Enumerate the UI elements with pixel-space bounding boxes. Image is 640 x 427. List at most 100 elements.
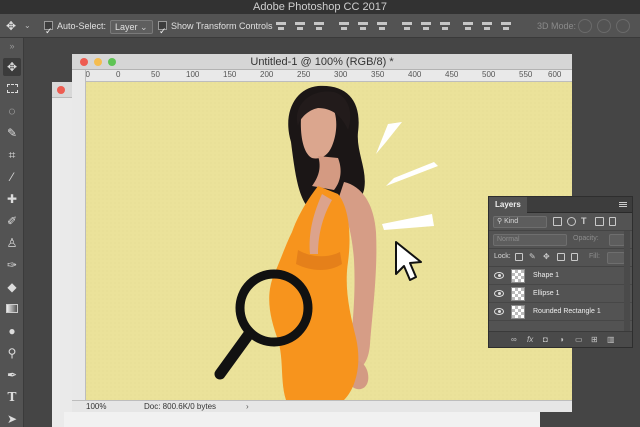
blur-tool-icon[interactable]: ● [3, 322, 21, 340]
fill-field[interactable] [607, 252, 625, 264]
ruler-label: 200 [260, 70, 274, 79]
doc-size-info[interactable]: Doc: 800.6K/0 bytes [144, 401, 216, 412]
opacity-field[interactable] [609, 234, 625, 246]
filter-type-icon[interactable]: T [581, 217, 590, 226]
close-icon[interactable] [80, 58, 88, 66]
fill-label: Fill: [589, 253, 600, 260]
ruler-label: 400 [408, 70, 422, 79]
tool-preset-chevron-icon[interactable]: ⌄ [24, 14, 31, 38]
align-left-icon[interactable] [338, 20, 350, 32]
close-icon[interactable] [57, 86, 65, 94]
tab-layers[interactable]: Layers [489, 197, 527, 213]
new-group-icon[interactable]: ▭ [575, 335, 583, 344]
lock-image-icon[interactable]: ✎ [529, 253, 537, 261]
auto-select-dropdown[interactable]: Layer ⌄ [110, 14, 153, 38]
filter-pixel-icon[interactable] [553, 217, 562, 226]
panel-menu-icon[interactable] [619, 201, 627, 209]
visibility-eye-icon[interactable] [494, 308, 504, 315]
filter-smart-object-icon[interactable] [609, 217, 616, 226]
opacity-label: Opacity: [573, 235, 599, 242]
blend-mode-dropdown[interactable]: Normal [493, 234, 567, 246]
layer-row[interactable]: Shape 1 [489, 267, 632, 285]
lock-position-icon[interactable]: ✥ [543, 253, 551, 261]
vertical-ruler[interactable] [72, 70, 86, 400]
3d-roll-icon[interactable] [597, 19, 611, 33]
layer-row[interactable]: Ellipse 1 [489, 285, 632, 303]
path-selection-tool-icon[interactable]: ➤ [3, 410, 21, 427]
link-layers-icon[interactable]: ∞ [511, 335, 517, 344]
marquee-tool-icon[interactable] [3, 80, 21, 98]
3d-rotate-icon[interactable] [578, 19, 592, 33]
move-tool-icon[interactable]: ✥ [3, 58, 21, 76]
layers-scrollbar[interactable] [624, 231, 630, 331]
3d-pan-icon[interactable] [616, 19, 630, 33]
distribute-top-icon[interactable] [401, 20, 413, 32]
layer-name: Ellipse 1 [533, 290, 560, 297]
clone-stamp-tool-icon[interactable]: ♙ [3, 234, 21, 252]
zoom-level[interactable]: 100% [86, 401, 106, 412]
ruler-label: 50 [151, 70, 160, 79]
distribute-horizontal-icon[interactable] [481, 20, 493, 32]
ruler-label: 600 [548, 70, 562, 79]
show-transform-checkbox[interactable]: Show Transform Controls [158, 14, 273, 43]
layers-panel-footer: ∞ fx ◘ ◑ ▭ ⊞ ▥ [489, 331, 632, 347]
ruler-label: 350 [371, 70, 385, 79]
healing-brush-tool-icon[interactable]: ✚ [3, 190, 21, 208]
lock-all-icon[interactable] [571, 253, 578, 261]
maximize-icon[interactable] [108, 58, 116, 66]
brush-tool-icon[interactable]: ✐ [3, 212, 21, 230]
app-title-bar: Adobe Photoshop CC 2017 [0, 0, 640, 14]
ruler-label: 0 [116, 70, 121, 79]
ruler-label: 450 [445, 70, 459, 79]
checkbox-icon [44, 19, 53, 43]
layer-row[interactable]: Rounded Rectangle 1 [489, 303, 632, 321]
distribute-right-icon[interactable] [500, 20, 512, 32]
history-brush-tool-icon[interactable]: ✑ [3, 256, 21, 274]
type-tool-icon[interactable]: T [3, 388, 21, 406]
filter-kind-dropdown[interactable]: ⚲ Kind [493, 216, 547, 228]
lock-label: Lock: [494, 253, 511, 260]
quick-selection-tool-icon[interactable]: ✎ [3, 124, 21, 142]
document-titlebar: Untitled-1 @ 100% (RGB/8) * [72, 54, 572, 70]
dodge-tool-icon[interactable]: ⚲ [3, 344, 21, 362]
pen-tool-icon[interactable]: ✒ [3, 366, 21, 384]
distribute-left-icon[interactable] [462, 20, 474, 32]
app-title: Adobe Photoshop CC 2017 [253, 1, 387, 13]
align-vertical-center-icon[interactable] [294, 20, 306, 32]
collapse-tools-icon[interactable]: » [3, 42, 21, 51]
lock-transparent-icon[interactable] [515, 253, 523, 261]
new-layer-icon[interactable]: ⊞ [591, 335, 598, 344]
lasso-tool-icon[interactable]: ◌ [3, 102, 21, 120]
gradient-tool-icon[interactable] [3, 300, 21, 318]
distribute-center-icon[interactable] [420, 20, 432, 32]
auto-select-checkbox[interactable]: Auto-Select: [44, 14, 106, 43]
blend-row: Normal Opacity: [489, 231, 632, 249]
status-menu-arrow-icon[interactable]: › [246, 401, 249, 412]
align-top-icon[interactable] [275, 20, 287, 32]
checkbox-icon [158, 19, 167, 43]
layers-panel: Layers ⚲ Kind T Normal Opacity: Lock: ✎ … [488, 196, 633, 348]
lock-artboard-icon[interactable] [557, 253, 565, 261]
minimize-icon[interactable] [94, 58, 102, 66]
visibility-eye-icon[interactable] [494, 290, 504, 297]
layer-style-icon[interactable]: fx [527, 335, 533, 344]
delete-layer-icon[interactable]: ▥ [607, 335, 615, 344]
add-mask-icon[interactable]: ◘ [543, 335, 548, 344]
move-tool-icon[interactable]: ✥ [6, 14, 16, 38]
align-right-icon[interactable] [376, 20, 388, 32]
ruler-label: 150 [223, 70, 237, 79]
filter-adjustment-icon[interactable] [567, 217, 576, 226]
ruler-label: 250 [297, 70, 311, 79]
eyedropper-tool-icon[interactable]: ⁄ [3, 168, 21, 186]
filter-shape-icon[interactable] [595, 217, 604, 226]
align-horizontal-center-icon[interactable] [357, 20, 369, 32]
crop-tool-icon[interactable]: ⌗ [3, 146, 21, 164]
horizontal-ruler[interactable]: 50 0 50 100 150 200 250 300 350 400 450 … [81, 70, 572, 82]
layer-thumbnail [511, 287, 525, 301]
visibility-eye-icon[interactable] [494, 272, 504, 279]
align-bottom-icon[interactable] [313, 20, 325, 32]
eraser-tool-icon[interactable]: ◆ [3, 278, 21, 296]
layers-panel-header: Layers [489, 197, 632, 213]
distribute-bottom-icon[interactable] [439, 20, 451, 32]
adjustment-layer-icon[interactable]: ◑ [559, 335, 564, 344]
